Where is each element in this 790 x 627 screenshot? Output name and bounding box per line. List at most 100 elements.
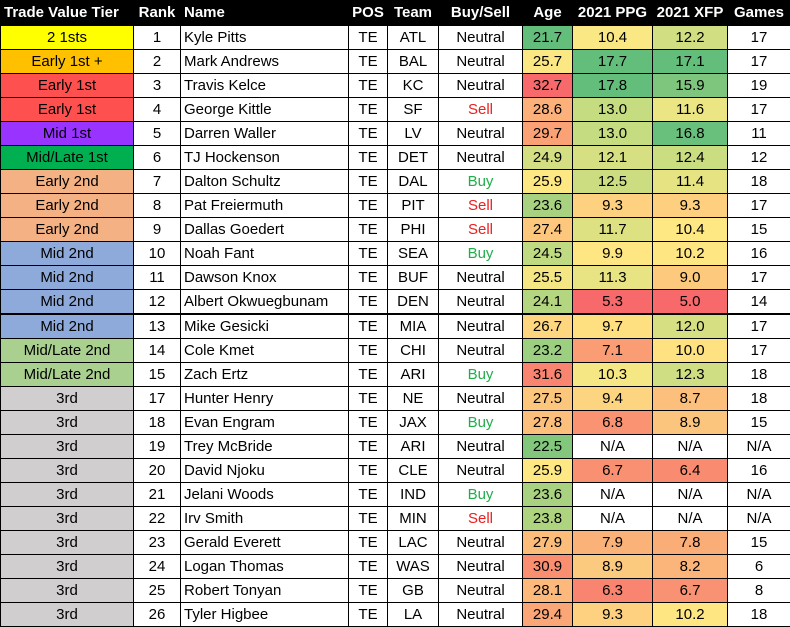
cell-name[interactable]: Noah Fant — [181, 242, 349, 266]
cell-name[interactable]: Albert Okwuegbunam — [181, 290, 349, 315]
cell-xfp[interactable]: 11.6 — [653, 98, 728, 122]
cell-buy-sell[interactable]: Neutral — [439, 290, 523, 315]
cell-tier[interactable]: 3rd — [1, 603, 134, 627]
cell-ppg[interactable]: 7.1 — [573, 339, 653, 363]
cell-age[interactable]: 28.1 — [523, 579, 573, 603]
cell-ppg[interactable]: 6.7 — [573, 459, 653, 483]
cell-ppg[interactable]: 7.9 — [573, 531, 653, 555]
cell-games[interactable]: 17 — [728, 339, 790, 363]
cell-pos[interactable]: TE — [349, 411, 388, 435]
cell-buy-sell[interactable]: Buy — [439, 242, 523, 266]
cell-age[interactable]: 29.4 — [523, 603, 573, 627]
cell-games[interactable]: 17 — [728, 314, 790, 339]
cell-rank[interactable]: 10 — [134, 242, 181, 266]
cell-team[interactable]: BAL — [388, 50, 439, 74]
cell-xfp[interactable]: 9.3 — [653, 194, 728, 218]
cell-pos[interactable]: TE — [349, 218, 388, 242]
cell-rank[interactable]: 19 — [134, 435, 181, 459]
cell-team[interactable]: MIN — [388, 507, 439, 531]
cell-pos[interactable]: TE — [349, 435, 388, 459]
cell-name[interactable]: Gerald Everett — [181, 531, 349, 555]
cell-rank[interactable]: 21 — [134, 483, 181, 507]
cell-ppg[interactable]: 9.7 — [573, 314, 653, 339]
cell-buy-sell[interactable]: Neutral — [439, 74, 523, 98]
cell-name[interactable]: TJ Hockenson — [181, 146, 349, 170]
cell-name[interactable]: Trey McBride — [181, 435, 349, 459]
cell-name[interactable]: Dawson Knox — [181, 266, 349, 290]
cell-xfp[interactable]: 11.4 — [653, 170, 728, 194]
cell-buy-sell[interactable]: Neutral — [439, 459, 523, 483]
cell-team[interactable]: LV — [388, 122, 439, 146]
cell-rank[interactable]: 4 — [134, 98, 181, 122]
header-tier[interactable]: Trade Value Tier — [1, 1, 134, 26]
cell-name[interactable]: Pat Freiermuth — [181, 194, 349, 218]
cell-xfp[interactable]: 10.2 — [653, 603, 728, 627]
header-xfp[interactable]: 2021 XFP — [653, 1, 728, 26]
cell-rank[interactable]: 8 — [134, 194, 181, 218]
cell-tier[interactable]: Early 2nd — [1, 194, 134, 218]
cell-buy-sell[interactable]: Buy — [439, 411, 523, 435]
cell-rank[interactable]: 11 — [134, 266, 181, 290]
cell-pos[interactable]: TE — [349, 170, 388, 194]
cell-xfp[interactable]: N/A — [653, 435, 728, 459]
cell-rank[interactable]: 26 — [134, 603, 181, 627]
cell-pos[interactable]: TE — [349, 483, 388, 507]
cell-age[interactable]: 25.9 — [523, 170, 573, 194]
cell-games[interactable]: 17 — [728, 26, 790, 50]
cell-tier[interactable]: Mid 2nd — [1, 290, 134, 315]
cell-ppg[interactable]: 11.3 — [573, 266, 653, 290]
cell-tier[interactable]: Early 1st + — [1, 50, 134, 74]
cell-age[interactable]: 26.7 — [523, 314, 573, 339]
cell-ppg[interactable]: N/A — [573, 507, 653, 531]
cell-xfp[interactable]: 5.0 — [653, 290, 728, 315]
cell-buy-sell[interactable]: Neutral — [439, 531, 523, 555]
cell-games[interactable]: 15 — [728, 531, 790, 555]
cell-name[interactable]: Zach Ertz — [181, 363, 349, 387]
cell-ppg[interactable]: 9.3 — [573, 194, 653, 218]
cell-tier[interactable]: Mid 2nd — [1, 314, 134, 339]
cell-games[interactable]: 16 — [728, 459, 790, 483]
cell-tier[interactable]: Mid/Late 2nd — [1, 339, 134, 363]
cell-rank[interactable]: 12 — [134, 290, 181, 315]
header-rank[interactable]: Rank — [134, 1, 181, 26]
cell-team[interactable]: PHI — [388, 218, 439, 242]
cell-team[interactable]: CHI — [388, 339, 439, 363]
cell-ppg[interactable]: 6.3 — [573, 579, 653, 603]
cell-pos[interactable]: TE — [349, 242, 388, 266]
cell-age[interactable]: 27.8 — [523, 411, 573, 435]
cell-buy-sell[interactable]: Sell — [439, 98, 523, 122]
cell-name[interactable]: Mike Gesicki — [181, 314, 349, 339]
cell-ppg[interactable]: 6.8 — [573, 411, 653, 435]
cell-pos[interactable]: TE — [349, 266, 388, 290]
header-name[interactable]: Name — [181, 1, 349, 26]
cell-pos[interactable]: TE — [349, 459, 388, 483]
cell-games[interactable]: 18 — [728, 603, 790, 627]
cell-tier[interactable]: 3rd — [1, 387, 134, 411]
cell-age[interactable]: 21.7 — [523, 26, 573, 50]
cell-age[interactable]: 27.4 — [523, 218, 573, 242]
cell-rank[interactable]: 13 — [134, 314, 181, 339]
cell-ppg[interactable]: 9.9 — [573, 242, 653, 266]
cell-rank[interactable]: 9 — [134, 218, 181, 242]
cell-games[interactable]: 14 — [728, 290, 790, 315]
cell-tier[interactable]: Mid 2nd — [1, 242, 134, 266]
cell-ppg[interactable]: 9.3 — [573, 603, 653, 627]
cell-ppg[interactable]: 10.3 — [573, 363, 653, 387]
cell-team[interactable]: LA — [388, 603, 439, 627]
cell-tier[interactable]: Early 2nd — [1, 170, 134, 194]
cell-games[interactable]: 18 — [728, 387, 790, 411]
cell-rank[interactable]: 2 — [134, 50, 181, 74]
cell-tier[interactable]: Early 2nd — [1, 218, 134, 242]
cell-buy-sell[interactable]: Neutral — [439, 555, 523, 579]
cell-age[interactable]: 29.7 — [523, 122, 573, 146]
cell-xfp[interactable]: 9.0 — [653, 266, 728, 290]
cell-tier[interactable]: Mid/Late 2nd — [1, 363, 134, 387]
cell-rank[interactable]: 17 — [134, 387, 181, 411]
cell-xfp[interactable]: 8.2 — [653, 555, 728, 579]
cell-tier[interactable]: 3rd — [1, 579, 134, 603]
cell-pos[interactable]: TE — [349, 98, 388, 122]
cell-xfp[interactable]: 16.8 — [653, 122, 728, 146]
cell-name[interactable]: Travis Kelce — [181, 74, 349, 98]
cell-age[interactable]: 22.5 — [523, 435, 573, 459]
cell-games[interactable]: 6 — [728, 555, 790, 579]
